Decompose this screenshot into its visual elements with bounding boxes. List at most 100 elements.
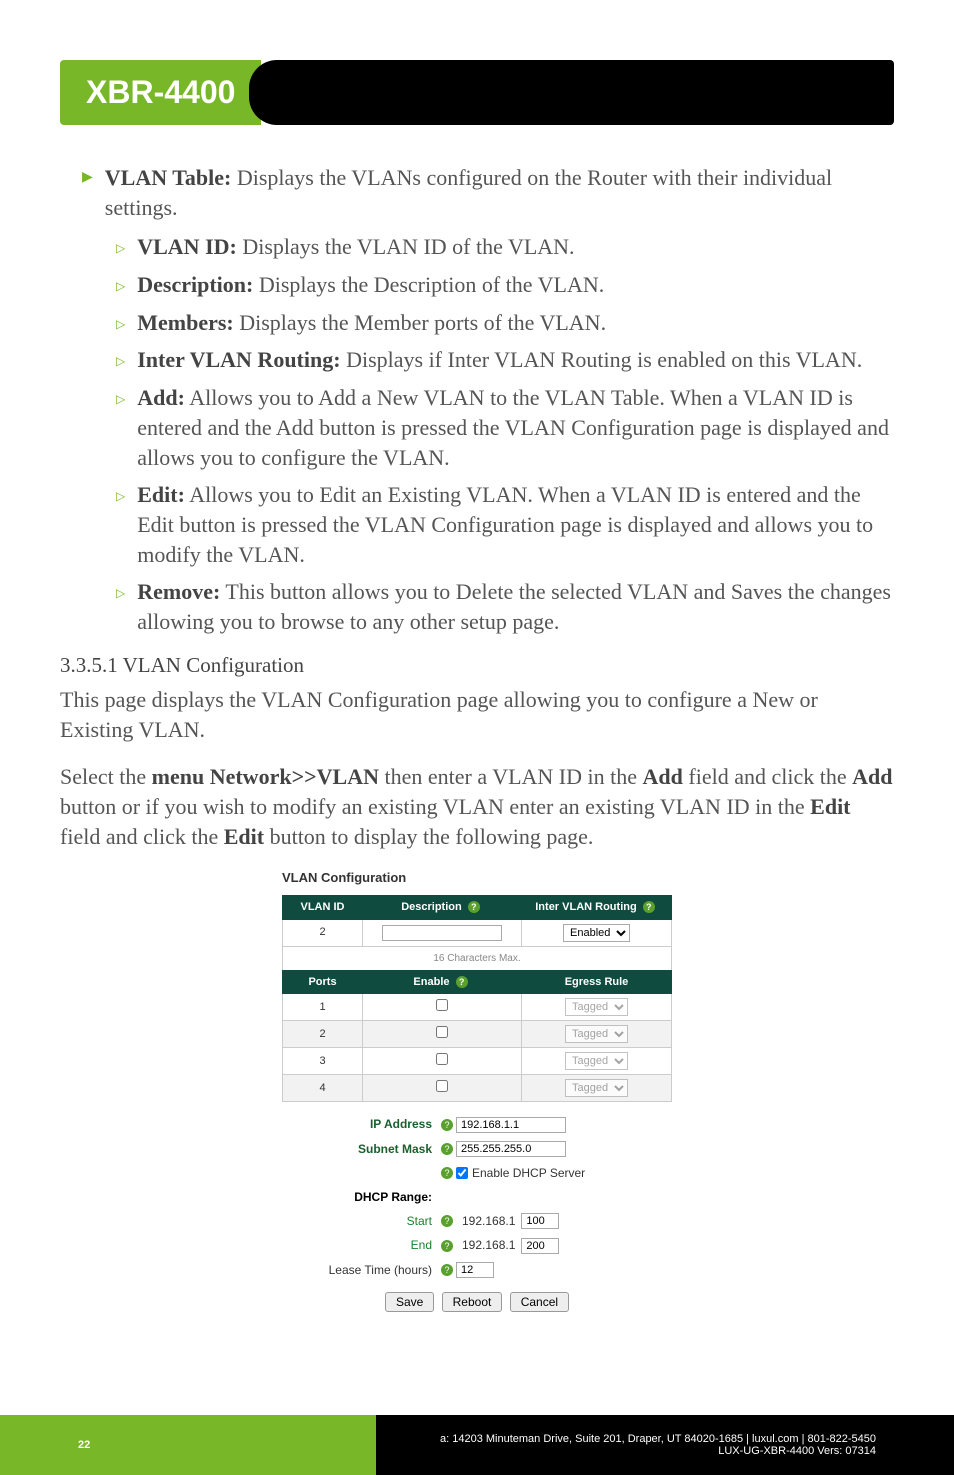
th-desc: Description ? [363,895,522,919]
vlan-header-table: VLAN ID Description ? Inter VLAN Routing… [282,895,672,971]
footer-left: 22 [0,1415,376,1475]
port-enable-checkbox[interactable] [436,1026,448,1038]
triangle-outline-icon: ▷ [116,585,125,636]
ip-label: IP Address [282,1116,432,1132]
term-remove: Remove: [137,579,220,604]
bullet-members: ▷ Members: Displays the Member ports of … [116,308,894,338]
text-description: Displays the Description of the VLAN. [253,272,604,297]
ip-input[interactable] [456,1117,566,1133]
p2-d: Add [643,764,683,789]
term-description: Description: [137,272,253,297]
text-remove: This button allows you to Delete the sel… [137,579,891,634]
term-vlan-id: VLAN ID: [137,234,237,259]
port-enable-checkbox[interactable] [436,1053,448,1065]
term-add: Add: [137,385,185,410]
vlan-config-screenshot: VLAN Configuration VLAN ID Description ?… [282,869,672,1311]
port-enable-checkbox[interactable] [436,999,448,1011]
th-ivr: Inter VLAN Routing ? [522,895,672,919]
term-edit: Edit: [137,482,185,507]
page-number: 22 [78,1439,90,1451]
bullet-vlan-id: ▷ VLAN ID: Displays the VLAN ID of the V… [116,232,894,262]
footer-address: a: 14203 Minuteman Drive, Suite 201, Dra… [440,1433,876,1445]
bullet-ivr: ▷ Inter VLAN Routing: Displays if Inter … [116,345,894,375]
text-edit: Allows you to Edit an Existing VLAN. Whe… [137,482,873,566]
mask-label: Subnet Mask [282,1141,432,1157]
help-icon[interactable]: ? [441,1215,453,1227]
term-vlan-table: VLAN Table: [105,165,232,190]
triangle-icon: ▶ [82,169,93,222]
cancel-button[interactable]: Cancel [510,1292,569,1312]
body-content: ▶ VLAN Table: Displays the VLANs configu… [60,163,894,1312]
p2-a: Select the [60,764,152,789]
section-p1: This page displays the VLAN Configuratio… [60,685,894,744]
mask-input[interactable] [456,1141,566,1157]
table-row: 3 Tagged [283,1048,672,1075]
text-members: Displays the Member ports of the VLAN. [234,310,606,335]
p2-k: button to display the following page. [264,824,593,849]
text-vlan-id: Displays the VLAN ID of the VLAN. [237,234,575,259]
section-heading: 3.3.5.1 VLAN Configuration [60,651,894,679]
text-add: Allows you to Add a New VLAN to the VLAN… [137,385,889,469]
port-enable-checkbox[interactable] [436,1080,448,1092]
bullet-description: ▷ Description: Displays the Description … [116,270,894,300]
help-icon[interactable]: ? [456,976,468,988]
text-ivr: Displays if Inter VLAN Routing is enable… [341,347,863,372]
triangle-outline-icon: ▷ [116,488,125,569]
egress-select[interactable]: Tagged [565,1079,628,1097]
ivr-select[interactable]: Enabled [563,924,630,942]
p2-b: menu Network>>VLAN [152,764,379,789]
start-prefix: 192.168.1 [462,1213,515,1229]
shot-title: VLAN Configuration [282,869,672,887]
egress-select[interactable]: Tagged [565,1052,628,1070]
ports-table: Ports Enable ? Egress Rule 1 Tagged 2 Ta… [282,970,672,1103]
help-icon[interactable]: ? [441,1240,453,1252]
egress-select[interactable]: Tagged [565,1025,628,1043]
th-egress: Egress Rule [522,970,672,994]
help-icon[interactable]: ? [643,901,655,913]
enable-dhcp-checkbox[interactable] [456,1167,468,1179]
bullet-add: ▷ Add: Allows you to Add a New VLAN to t… [116,383,894,472]
start-label: Start [282,1213,432,1229]
bullet-remove: ▷ Remove: This button allows you to Dele… [116,577,894,636]
triangle-outline-icon: ▷ [116,353,125,375]
th-enable: Enable ? [363,970,522,994]
cell-desc [363,919,522,946]
desc-input[interactable] [382,925,502,941]
dhcp-end-input[interactable] [521,1238,559,1254]
footer-doc: LUX-UG-XBR-4400 Vers: 07314 [718,1445,876,1457]
end-prefix: 192.168.1 [462,1237,515,1253]
reboot-button[interactable]: Reboot [442,1292,503,1312]
p2-g: button or if you wish to modify an exist… [60,794,810,819]
help-icon[interactable]: ? [468,901,480,913]
end-label: End [282,1237,432,1253]
enable-dhcp-label: Enable DHCP Server [472,1165,585,1181]
page-footer: 22 a: 14203 Minuteman Drive, Suite 201, … [0,1415,954,1475]
help-icon[interactable]: ? [441,1143,453,1155]
egress-select[interactable]: Tagged [565,998,628,1016]
th-vlanid: VLAN ID [283,895,363,919]
p2-e: field and click the [683,764,852,789]
page-header: XBR-4400 [60,60,894,125]
lease-label: Lease Time (hours) [282,1262,432,1278]
table-row: 2 Tagged [283,1021,672,1048]
save-button[interactable]: Save [385,1292,434,1312]
cell-ivr: Enabled [522,919,672,946]
footer-right: a: 14203 Minuteman Drive, Suite 201, Dra… [376,1415,954,1475]
port-num: 4 [283,1075,363,1102]
p2-f: Add [852,764,892,789]
help-icon[interactable]: ? [441,1167,453,1179]
header-bar [249,60,894,125]
bullet-edit: ▷ Edit: Allows you to Edit an Existing V… [116,480,894,569]
triangle-outline-icon: ▷ [116,391,125,472]
section-p2: Select the menu Network>>VLAN then enter… [60,762,894,851]
help-icon[interactable]: ? [441,1264,453,1276]
lease-input[interactable] [456,1262,494,1278]
triangle-outline-icon: ▷ [116,316,125,338]
dhcp-start-input[interactable] [521,1213,559,1229]
p2-i: field and click the [60,824,224,849]
port-num: 3 [283,1048,363,1075]
bullet-vlan-table: ▶ VLAN Table: Displays the VLANs configu… [82,163,894,222]
port-num: 1 [283,994,363,1021]
help-icon[interactable]: ? [441,1119,453,1131]
product-badge: XBR-4400 [60,60,261,125]
